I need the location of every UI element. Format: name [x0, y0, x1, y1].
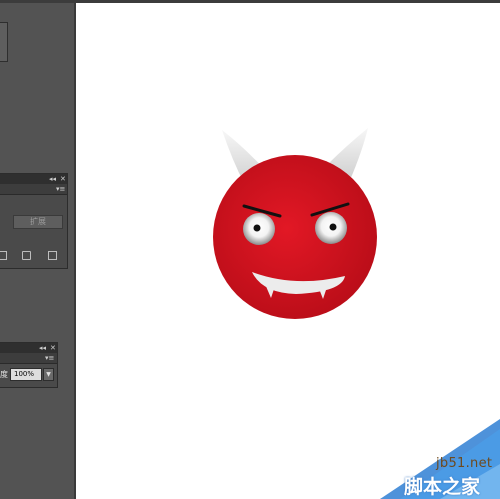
right-pupil [329, 223, 337, 231]
devil-face [213, 155, 377, 319]
left-pupil [253, 224, 261, 232]
watermark-domain: jb51.net [436, 456, 493, 471]
watermark-title: 脚本之家 [404, 476, 481, 498]
